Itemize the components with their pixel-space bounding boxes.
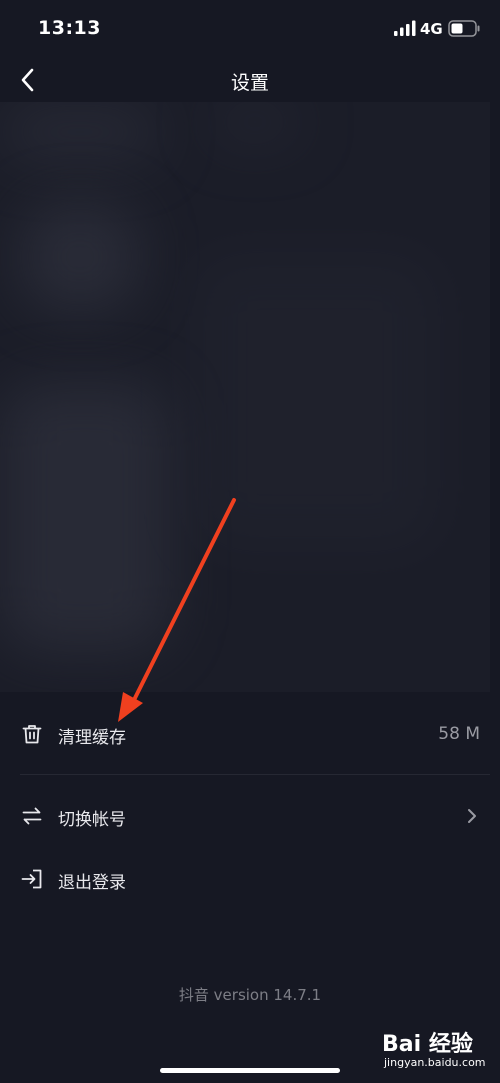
watermark-url: jingyan.baidu.com (384, 1056, 486, 1069)
page-title: 设置 (230, 72, 269, 94)
version-text: 抖音 version 14.7.1 (178, 986, 322, 1004)
home-indicator[interactable] (160, 1068, 340, 1073)
settings-screen: 13:13 4G 设置 清理缓存 58 M 切换帐号 退出登录 抖音 versi… (0, 0, 500, 1083)
cache-size-value: 58 M (438, 724, 480, 744)
chevron-right-icon (468, 809, 476, 823)
divider (20, 774, 490, 775)
trash-icon (22, 725, 42, 744)
status-bar: 13:13 4G (0, 0, 500, 58)
switch-account-label: 切换帐号 (58, 810, 126, 830)
clear-cache-label: 清理缓存 (58, 728, 126, 748)
nav-bar: 设置 (0, 58, 500, 102)
status-time: 13:13 (38, 17, 101, 39)
clear-cache-row[interactable]: 清理缓存 58 M (0, 704, 490, 766)
blurred-content (0, 102, 490, 692)
logout-icon (21, 869, 42, 889)
swap-arrows-icon (22, 807, 42, 825)
logout-row[interactable]: 退出登录 (0, 849, 490, 911)
switch-account-row[interactable]: 切换帐号 (0, 786, 490, 848)
scroll-track (490, 102, 500, 692)
baidu-watermark: Bai 经验 jingyan.baidu.com (382, 1026, 492, 1076)
battery-icon (448, 20, 480, 37)
logout-label: 退出登录 (58, 873, 126, 893)
signal-bars-icon (394, 20, 416, 36)
watermark-logo: Bai 经验 (382, 1032, 473, 1057)
network-type: 4G (420, 20, 443, 38)
